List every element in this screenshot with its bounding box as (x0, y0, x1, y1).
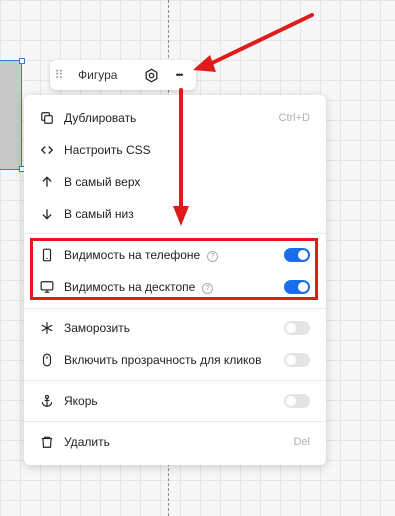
arrow-to-more-button (193, 13, 314, 72)
annotation-arrows (173, 13, 314, 226)
arrow-to-visibility-options (173, 88, 189, 226)
